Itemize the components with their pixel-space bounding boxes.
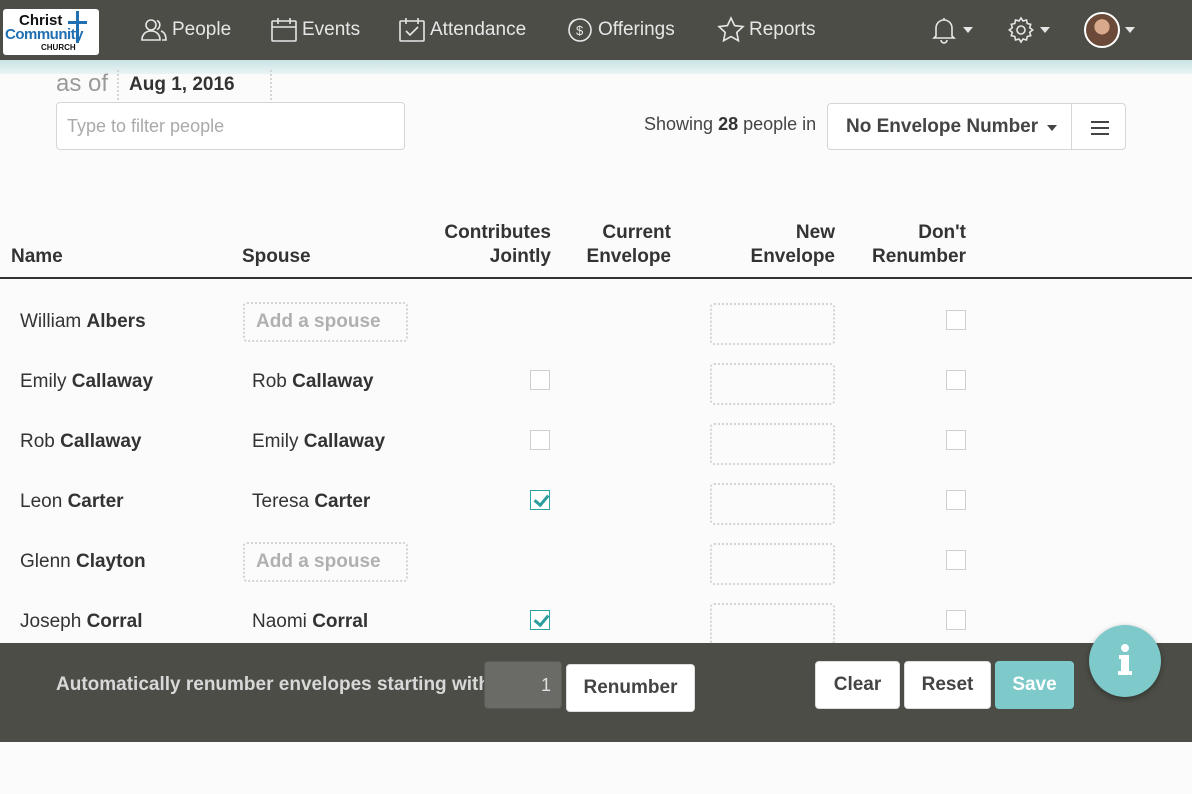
table-row-name[interactable]: William Albers xyxy=(20,311,146,333)
star-icon xyxy=(717,16,745,43)
offerings-icon: $ xyxy=(568,18,592,42)
new-envelope-input[interactable] xyxy=(710,543,835,585)
filter-people-input[interactable] xyxy=(56,102,405,150)
people-icon xyxy=(141,19,167,41)
contributes-jointly-checkbox[interactable] xyxy=(530,370,550,390)
contributes-jointly-checkbox[interactable] xyxy=(530,430,550,450)
nav-attendance-label: Attendance xyxy=(430,19,527,40)
add-spouse-field[interactable]: Add a spouse xyxy=(243,542,408,582)
add-spouse-field[interactable]: Add a spouse xyxy=(243,302,408,342)
renumber-button[interactable]: Renumber xyxy=(566,664,695,712)
chevron-down-icon xyxy=(963,27,973,33)
col-dont-renumber[interactable]: Don't Renumber xyxy=(850,221,966,269)
nav-offerings-label: Offerings xyxy=(598,19,675,40)
table-row-name[interactable]: Joseph Corral xyxy=(20,611,143,633)
info-button[interactable] xyxy=(1089,625,1161,697)
table-row-spouse[interactable]: Teresa Carter xyxy=(252,491,370,513)
new-envelope-input[interactable] xyxy=(710,603,835,645)
calendar-icon xyxy=(271,18,297,42)
as-of-label: as of xyxy=(56,70,109,97)
save-button[interactable]: Save xyxy=(995,661,1074,709)
nav-reports[interactable]: Reports xyxy=(717,0,816,60)
reset-button[interactable]: Reset xyxy=(904,661,991,709)
chevron-down-icon xyxy=(1040,27,1050,33)
avatar xyxy=(1084,12,1120,48)
table-row-spouse[interactable]: Emily Callaway xyxy=(252,431,385,453)
dont-renumber-checkbox[interactable] xyxy=(946,490,966,510)
svg-text:$: $ xyxy=(576,23,584,38)
contributes-jointly-checkbox[interactable] xyxy=(530,610,550,630)
notifications-menu[interactable] xyxy=(930,0,973,60)
user-menu[interactable] xyxy=(1084,0,1135,60)
people-count: 28 xyxy=(718,114,739,134)
table-row-spouse[interactable]: Naomi Corral xyxy=(252,611,368,633)
start-number-input[interactable]: 1 xyxy=(484,661,562,709)
nav-offerings[interactable]: $ Offerings xyxy=(566,0,675,60)
clear-button[interactable]: Clear xyxy=(815,661,900,709)
table-row-name[interactable]: Glenn Clayton xyxy=(20,551,146,573)
dont-renumber-checkbox[interactable] xyxy=(946,430,966,450)
nav-people[interactable]: People xyxy=(140,0,231,60)
list-menu-button[interactable] xyxy=(1071,103,1126,150)
hamburger-icon xyxy=(1091,121,1109,123)
attendance-icon xyxy=(399,18,425,42)
envelope-filter-value: No Envelope Number xyxy=(846,116,1039,137)
logo-line-2: Community xyxy=(5,26,84,43)
bell-icon xyxy=(932,18,956,44)
col-new-envelope[interactable]: New Envelope xyxy=(720,221,835,269)
new-envelope-input[interactable] xyxy=(710,423,835,465)
contributes-jointly-checkbox[interactable] xyxy=(530,490,550,510)
new-envelope-input[interactable] xyxy=(710,303,835,345)
dropdown-caret-icon xyxy=(1047,125,1057,131)
new-envelope-input[interactable] xyxy=(710,483,835,525)
auto-renumber-label: Automatically renumber envelopes startin… xyxy=(56,674,490,695)
as-of-date[interactable]: Aug 1, 2016 xyxy=(117,70,272,104)
nav-events-label: Events xyxy=(302,19,361,40)
logo-cross-icon xyxy=(76,11,79,43)
col-contributes-jointly[interactable]: Contributes Jointly xyxy=(400,221,551,269)
dont-renumber-checkbox[interactable] xyxy=(946,610,966,630)
church-logo[interactable]: Christ Community CHURCH xyxy=(3,9,99,55)
dont-renumber-checkbox[interactable] xyxy=(946,310,966,330)
gear-icon xyxy=(1007,16,1035,44)
table-row-name[interactable]: Emily Callaway xyxy=(20,371,153,393)
dont-renumber-checkbox[interactable] xyxy=(946,550,966,570)
nav-attendance[interactable]: Attendance xyxy=(398,0,526,60)
col-spouse[interactable]: Spouse xyxy=(242,245,311,269)
chevron-down-icon xyxy=(1125,27,1135,33)
new-envelope-input[interactable] xyxy=(710,363,835,405)
showing-count: Showing 28 people in xyxy=(644,114,817,134)
nav-people-label: People xyxy=(172,19,232,40)
logo-line-3: CHURCH xyxy=(41,43,76,52)
nav-events[interactable]: Events xyxy=(270,0,360,60)
settings-menu[interactable] xyxy=(1007,0,1050,60)
info-icon xyxy=(1118,644,1132,675)
table-row-spouse[interactable]: Rob Callaway xyxy=(252,371,373,393)
col-name[interactable]: Name xyxy=(11,245,63,269)
table-row-name[interactable]: Rob Callaway xyxy=(20,431,141,453)
header-divider xyxy=(0,277,1192,279)
table-row-name[interactable]: Leon Carter xyxy=(20,491,124,513)
nav-reports-label: Reports xyxy=(749,19,816,40)
col-current-envelope[interactable]: Current Envelope xyxy=(560,221,671,269)
envelope-filter-select[interactable]: No Envelope Number xyxy=(827,103,1072,150)
dont-renumber-checkbox[interactable] xyxy=(946,370,966,390)
